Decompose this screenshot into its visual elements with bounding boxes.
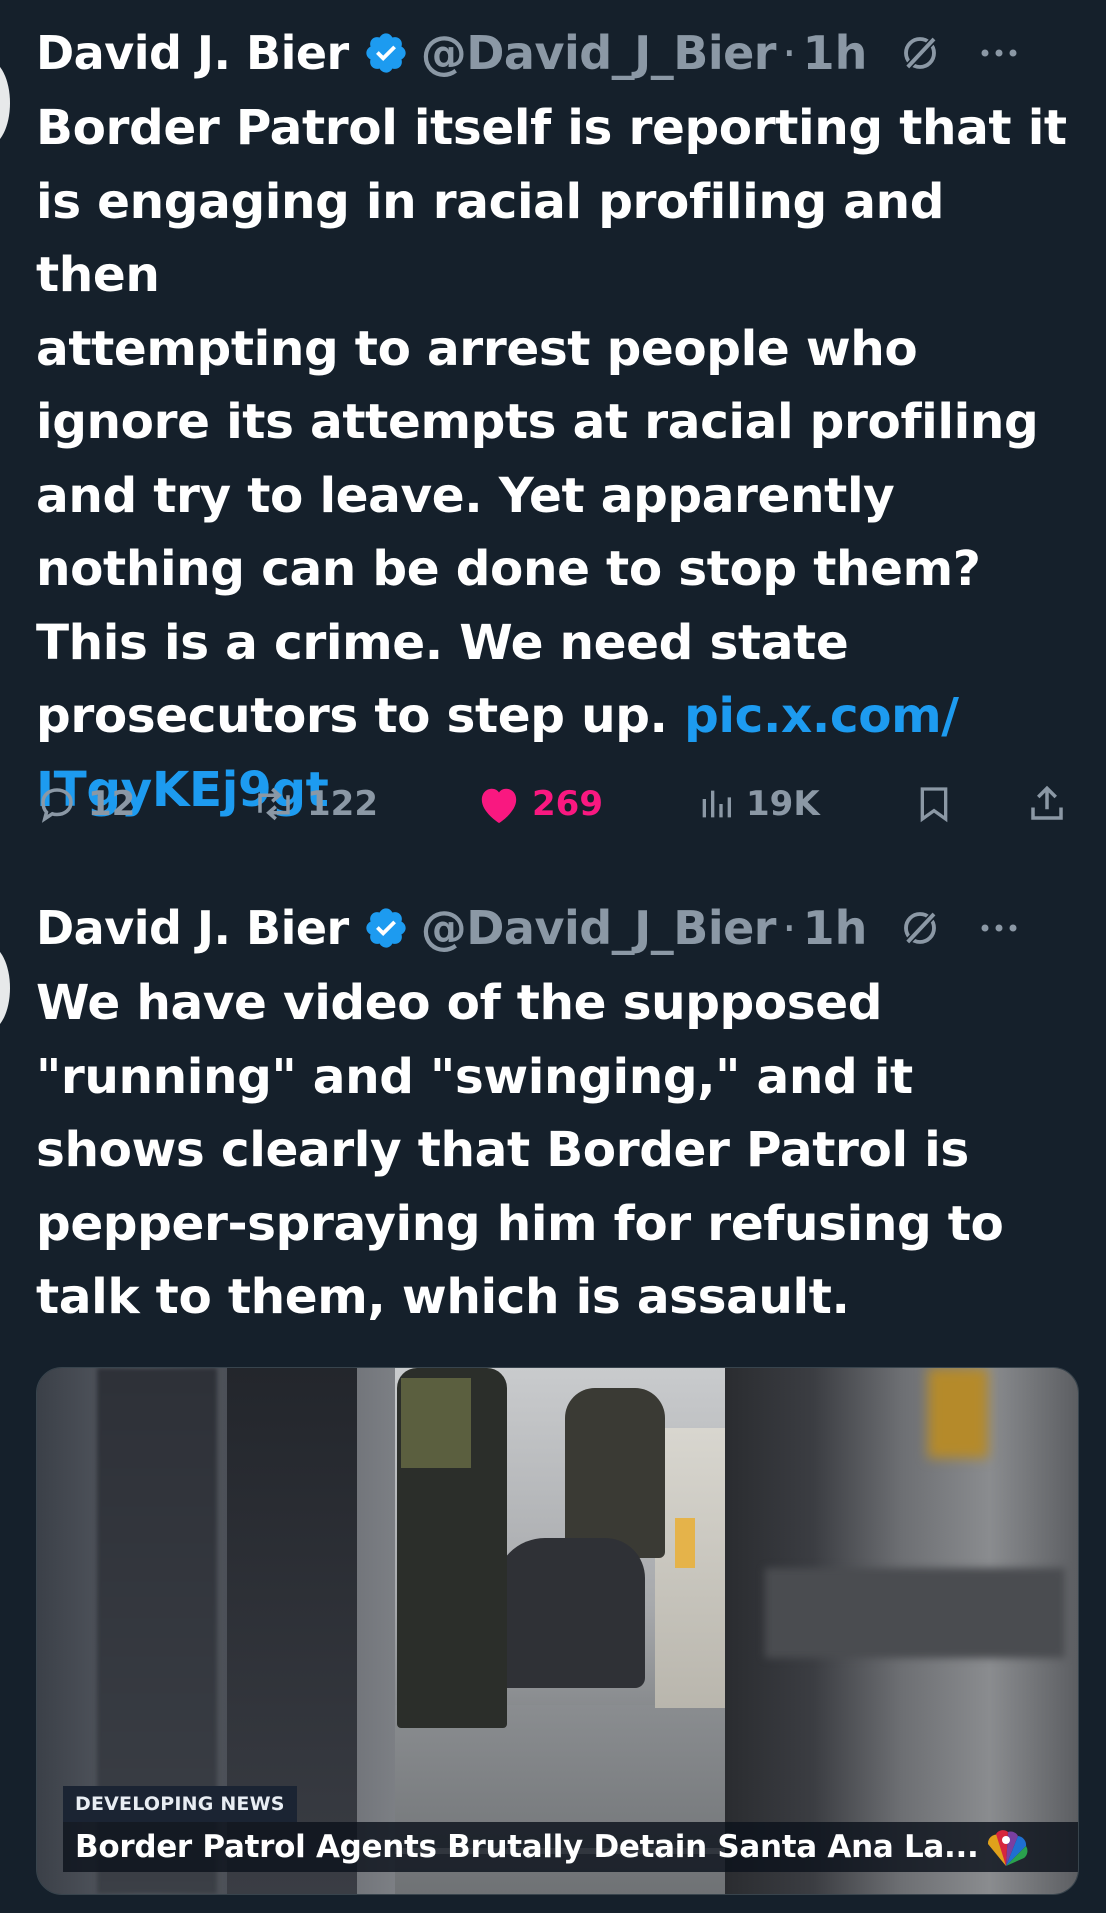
separator-dot: · <box>781 901 797 955</box>
bookmark-icon <box>920 787 948 823</box>
timestamp[interactable]: 1h <box>803 901 868 955</box>
like-count: 269 <box>532 784 603 824</box>
author-name[interactable]: David J. Bier <box>36 901 349 955</box>
verified-badge-icon <box>366 908 406 948</box>
grok-icon[interactable] <box>899 907 941 949</box>
tweet-text: We have video of the supposed "running" … <box>36 975 1004 1325</box>
reply-count: 12 <box>88 784 136 824</box>
author-name[interactable]: David J. Bier <box>36 26 349 80</box>
views-icon <box>702 790 731 818</box>
verified-badge-icon <box>366 33 406 73</box>
more-icon[interactable] <box>979 922 1019 934</box>
blurred-frame-right <box>725 1368 1078 1894</box>
reply-icon <box>41 788 73 823</box>
bookmark-button[interactable] <box>914 778 954 830</box>
repost-button[interactable]: 122 <box>251 778 378 830</box>
views-count: 19K <box>746 784 820 824</box>
separator-dot: · <box>781 26 797 80</box>
video-thumbnail[interactable]: DEVELOPING NEWS Border Patrol Agents Bru… <box>36 1367 1079 1895</box>
tweet-text: Border Patrol itself is reporting that i… <box>36 92 1082 827</box>
news-tag: DEVELOPING NEWS <box>63 1786 297 1822</box>
like-button[interactable]: 269 <box>476 778 603 830</box>
timeline-feed: David J. Bier @David_J_Bier · 1h Border … <box>0 0 1106 1913</box>
network-logo-icon <box>987 1830 1028 1866</box>
avatar[interactable] <box>0 60 10 146</box>
share-button[interactable] <box>1026 778 1068 830</box>
heart-icon <box>481 788 517 824</box>
tweet-header: David J. Bier @David_J_Bier · 1h <box>36 897 1086 959</box>
tweet-1[interactable]: David J. Bier @David_J_Bier · 1h Border … <box>0 0 1106 860</box>
repost-icon <box>258 787 290 821</box>
avatar[interactable] <box>0 945 10 1031</box>
tweet-header: David J. Bier @David_J_Bier · 1h <box>36 22 1086 84</box>
more-icon[interactable] <box>979 47 1019 59</box>
tweet-body: Border Patrol itself is reporting that i… <box>36 100 1067 744</box>
author-handle[interactable]: @David_J_Bier <box>421 901 777 955</box>
views-button[interactable]: 19K <box>696 778 820 830</box>
reply-button[interactable]: 12 <box>36 778 135 830</box>
repost-count: 122 <box>307 784 378 824</box>
video-frame <box>395 1368 725 1894</box>
timestamp[interactable]: 1h <box>803 26 868 80</box>
action-bar: 12 122 269 19K <box>36 778 1076 830</box>
author-handle[interactable]: @David_J_Bier <box>421 26 777 80</box>
share-icon <box>1031 785 1063 820</box>
tweet-2[interactable]: David J. Bier @David_J_Bier · 1h We have… <box>0 875 1106 1913</box>
grok-icon[interactable] <box>899 32 941 74</box>
video-caption: Border Patrol Agents Brutally Detain San… <box>63 1822 1078 1872</box>
